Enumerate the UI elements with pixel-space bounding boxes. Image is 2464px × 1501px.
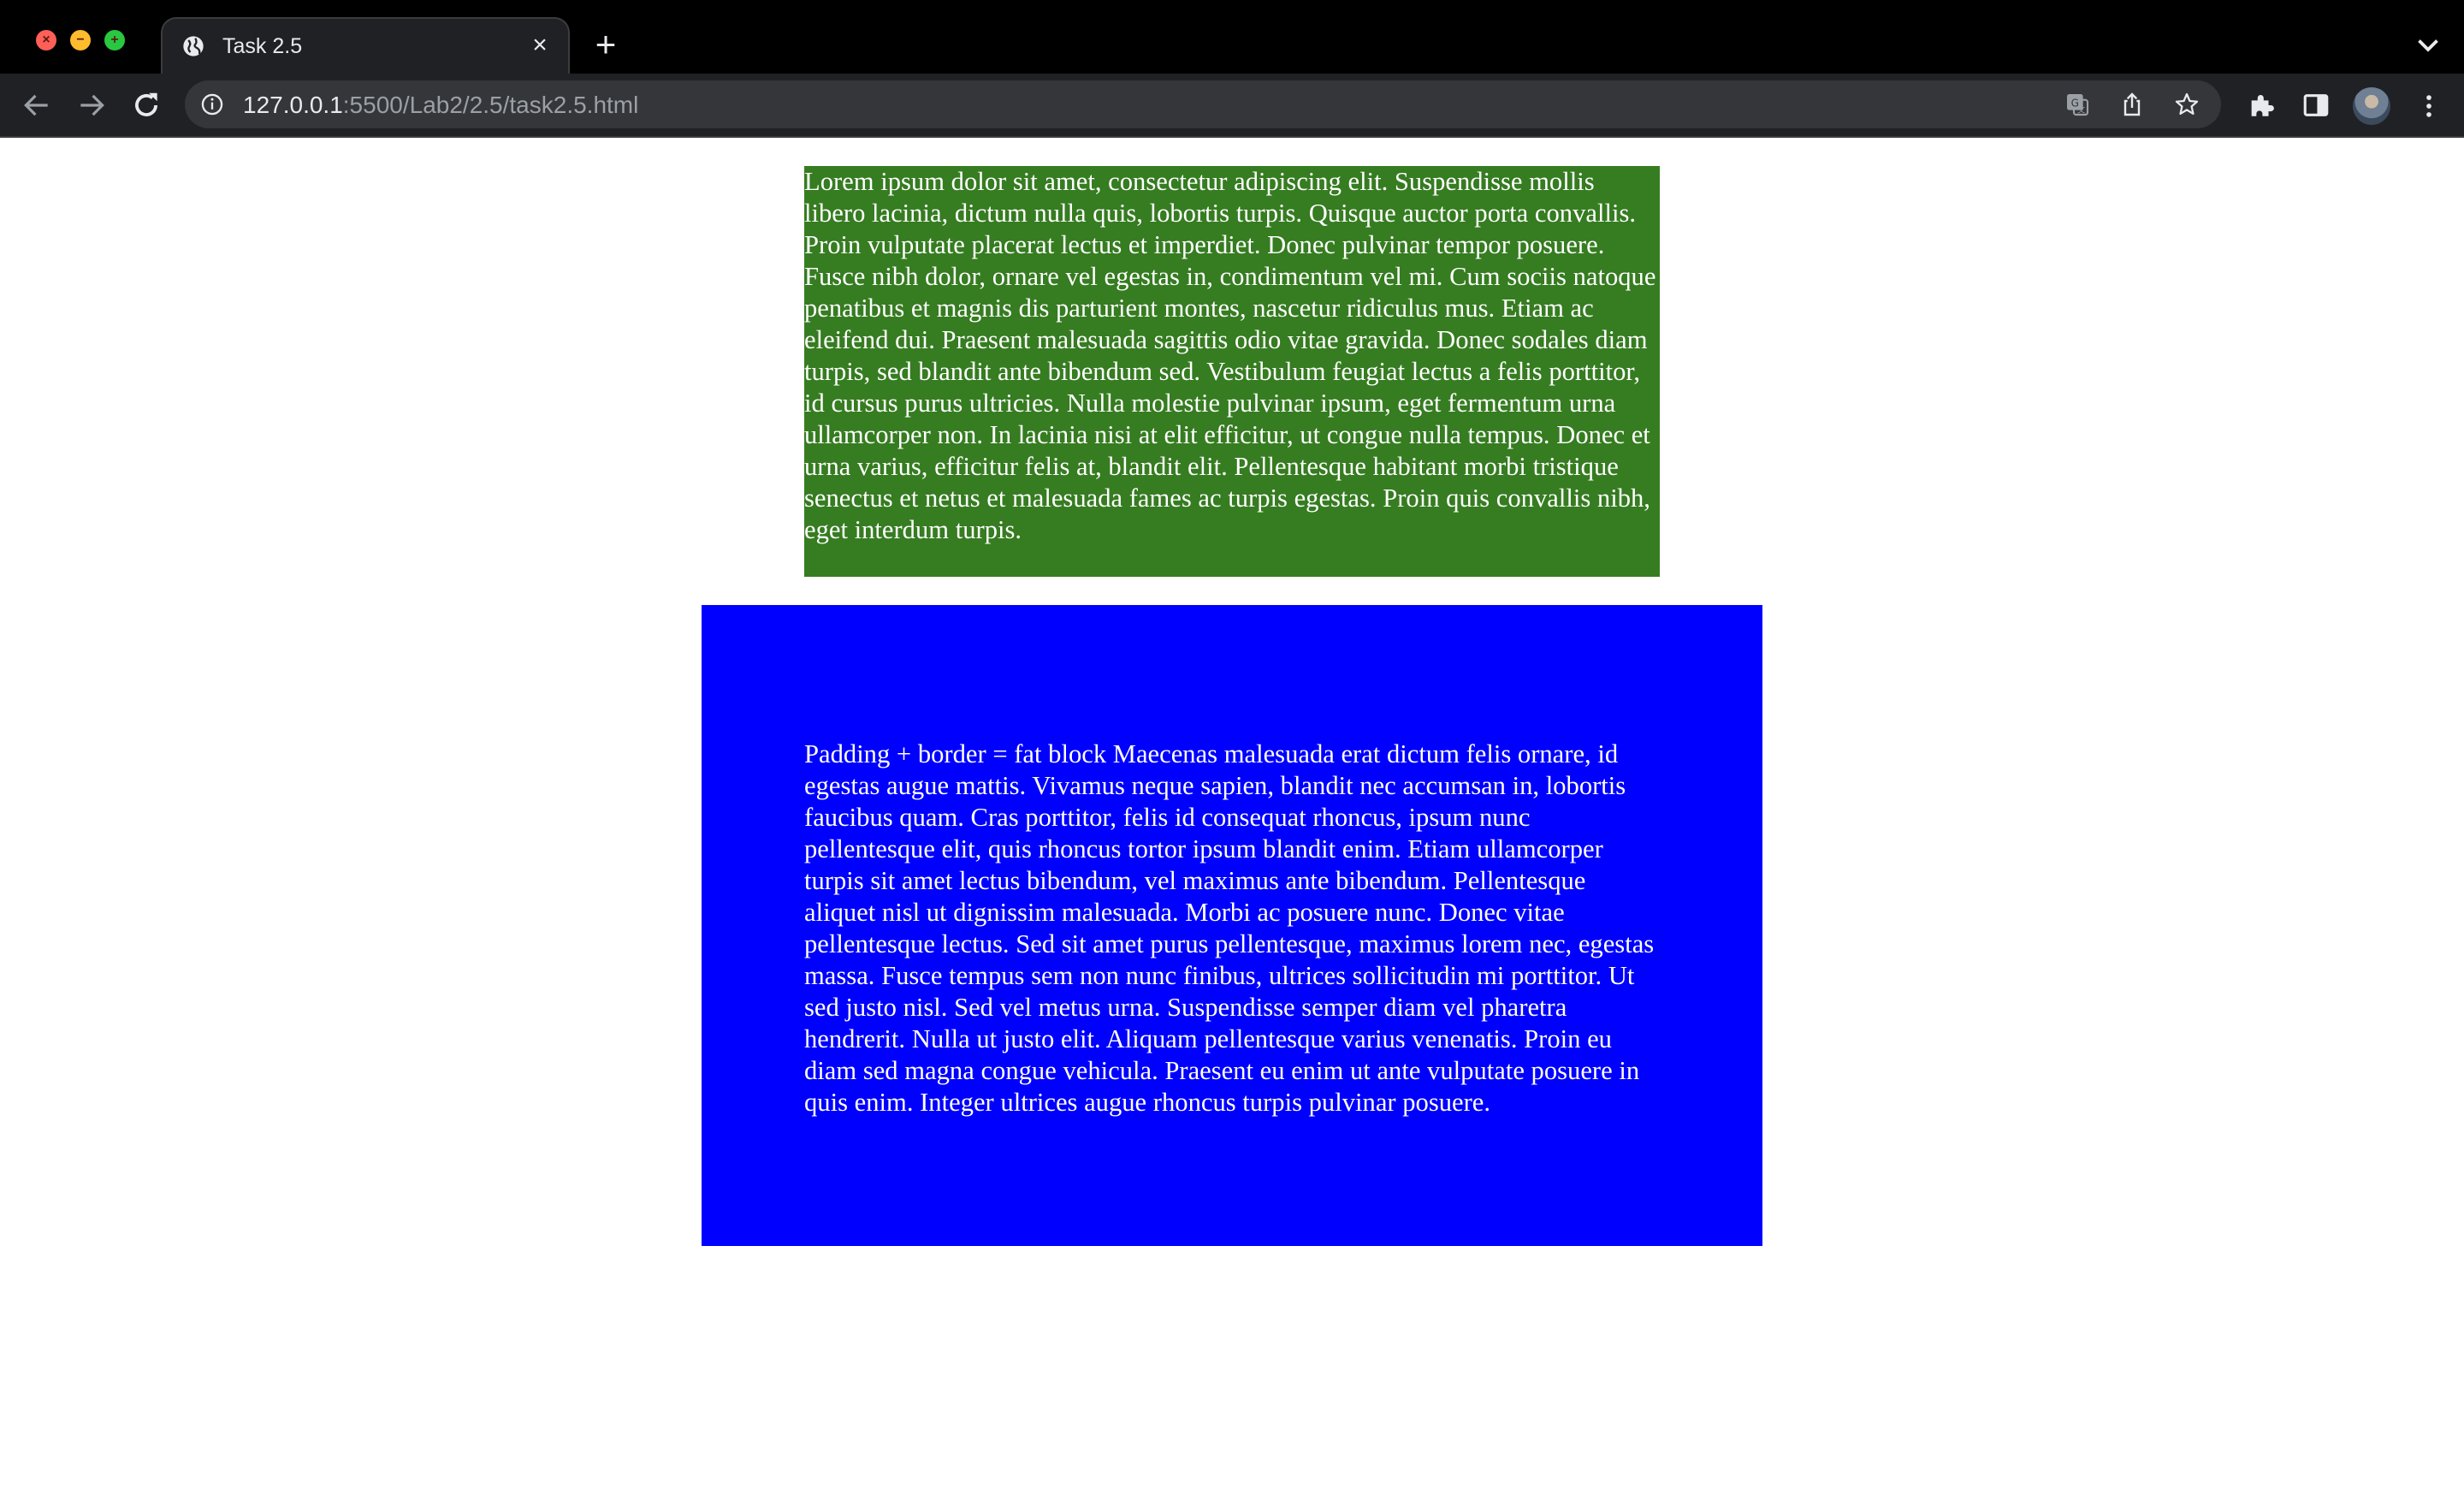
address-bar[interactable]: 127.0.0.1:5500/Lab2/2.5/task2.5.html G 文 <box>185 80 2221 128</box>
url-host: 127.0.0.1 <box>243 92 343 118</box>
page-viewport: Lorem ipsum dolor sit amet, consectetur … <box>0 138 2464 1501</box>
blue-text-block: Padding + border = fat block Maecenas ma… <box>702 605 1762 1246</box>
arrow-right-icon[interactable] <box>75 89 108 122</box>
url-path: :5500/Lab2/2.5/task2.5.html <box>342 92 639 118</box>
url-text: 127.0.0.1:5500/Lab2/2.5/task2.5.html <box>243 92 638 119</box>
star-icon[interactable] <box>2173 91 2200 118</box>
svg-text:文: 文 <box>2077 104 2085 115</box>
plus-icon[interactable]: + <box>589 27 623 62</box>
chevron-down-icon[interactable] <box>2413 29 2443 60</box>
info-icon[interactable] <box>200 92 224 116</box>
globe-icon <box>183 36 204 56</box>
translate-icon[interactable]: G 文 <box>2064 91 2091 118</box>
share-icon[interactable] <box>2118 91 2146 118</box>
tab-task[interactable]: Task 2.5 × <box>161 17 570 74</box>
tab-strip: × − + Task 2.5 × + <box>0 0 2464 74</box>
tab-title: Task 2.5 <box>222 34 303 58</box>
browser-toolbar: 127.0.0.1:5500/Lab2/2.5/task2.5.html G 文 <box>0 74 2464 138</box>
kebab-menu-icon[interactable] <box>2414 89 2443 123</box>
arrow-left-icon[interactable] <box>21 89 53 122</box>
minimize-window-icon[interactable]: − <box>70 30 91 50</box>
puzzle-icon[interactable] <box>2247 91 2276 120</box>
maximize-window-icon[interactable]: + <box>104 30 125 50</box>
close-icon[interactable]: × <box>525 31 554 60</box>
green-text-block: Lorem ipsum dolor sit amet, consectetur … <box>804 166 1660 577</box>
avatar[interactable] <box>2353 87 2390 125</box>
reload-icon[interactable] <box>130 89 163 122</box>
sidepanel-icon[interactable] <box>2301 91 2331 120</box>
close-window-icon[interactable]: × <box>36 30 56 50</box>
